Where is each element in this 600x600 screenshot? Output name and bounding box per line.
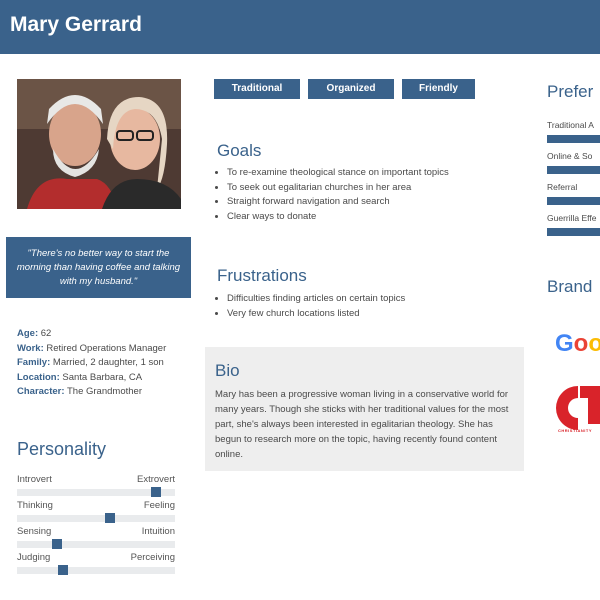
trait-marker: [57, 565, 68, 575]
ct-caption: CHRISTIANITY: [558, 428, 592, 433]
pref-label: Guerrilla Effe: [547, 213, 597, 223]
persona-name: Mary Gerrard: [10, 13, 142, 36]
fact-family: Family: Married, 2 daughter, 1 son: [17, 357, 164, 368]
google-letter: o: [573, 330, 589, 357]
pref-label: Online & So: [547, 151, 593, 161]
google-letter: G: [555, 330, 574, 357]
google-letter: o: [588, 330, 600, 357]
frustration-item: Very few church locations listed: [227, 307, 527, 322]
pref-label: Referral: [547, 182, 578, 192]
bio-text: Mary has been a progressive woman living…: [215, 389, 509, 460]
trait-left-label: Sensing: [17, 526, 52, 537]
tag-traditional: Traditional: [214, 79, 300, 99]
brands-title: Brand: [547, 277, 593, 296]
fact-character: Character: The Grandmother: [17, 386, 142, 397]
trait-right-label: Intuition: [141, 526, 175, 537]
pref-bar: [547, 197, 600, 205]
preferred-title: Prefer: [547, 82, 594, 101]
trait-track: [17, 565, 175, 575]
goal-item: Straight forward navigation and search: [227, 195, 527, 210]
frustrations-title: Frustrations: [217, 266, 307, 285]
goal-item: Clear ways to donate: [227, 210, 527, 225]
trait-right-label: Feeling: [143, 500, 175, 511]
fact-age: Age: 62: [17, 328, 52, 339]
goals-list: To re-examine theological stance on impo…: [214, 166, 527, 224]
personality-title: Personality: [17, 439, 107, 459]
personality-trait-introvert-extrovert: Introvert Extrovert: [17, 474, 175, 497]
pref-bar: [547, 166, 600, 174]
personality-trait-judging-perceiving: Judging Perceiving: [17, 552, 175, 575]
christianity-today-logo: CHRISTIANITY: [548, 378, 600, 438]
trait-left-label: Introvert: [17, 474, 52, 485]
goal-item: To seek out egalitarian churches in her …: [227, 181, 527, 196]
persona-facts: Age: 62 Work: Retired Operations Manager…: [17, 327, 166, 400]
bio-panel: Bio Mary has been a progressive woman li…: [205, 347, 524, 471]
persona-photo: [17, 79, 181, 209]
pref-bar: [547, 228, 600, 236]
trait-left-label: Thinking: [17, 500, 53, 511]
trait-tags: Traditional Organized Friendly: [214, 79, 475, 99]
trait-track: [17, 513, 175, 523]
pref-bar: [547, 135, 600, 143]
persona-quote: "There's no better way to start the morn…: [6, 237, 191, 298]
google-logo: Goo: [555, 330, 600, 358]
google-logo-text: Goo: [555, 330, 600, 357]
frustrations-list: Difficulties finding articles on certain…: [214, 292, 527, 321]
goals-title: Goals: [217, 141, 262, 160]
trait-left-label: Judging: [17, 552, 51, 563]
pref-label: Traditional A: [547, 120, 594, 130]
tag-organized: Organized: [308, 79, 394, 99]
fact-work: Work: Retired Operations Manager: [17, 342, 167, 354]
trait-marker: [105, 513, 116, 523]
tag-friendly: Friendly: [402, 79, 475, 99]
trait-right-label: Perceiving: [130, 552, 175, 563]
trait-track: [17, 539, 175, 549]
fact-location: Location: Santa Barbara, CA: [17, 371, 143, 383]
personality-trait-thinking-feeling: Thinking Feeling: [17, 500, 175, 523]
goal-item: To re-examine theological stance on impo…: [227, 166, 527, 181]
trait-marker: [151, 487, 162, 497]
bio-title: Bio: [215, 361, 240, 380]
personality-trait-sensing-intuition: Sensing Intuition: [17, 526, 175, 549]
trait-track: [17, 487, 175, 497]
trait-marker: [51, 539, 62, 549]
trait-right-label: Extrovert: [136, 474, 175, 485]
frustration-item: Difficulties finding articles on certain…: [227, 292, 527, 307]
header-bar: Mary Gerrard: [0, 0, 600, 54]
